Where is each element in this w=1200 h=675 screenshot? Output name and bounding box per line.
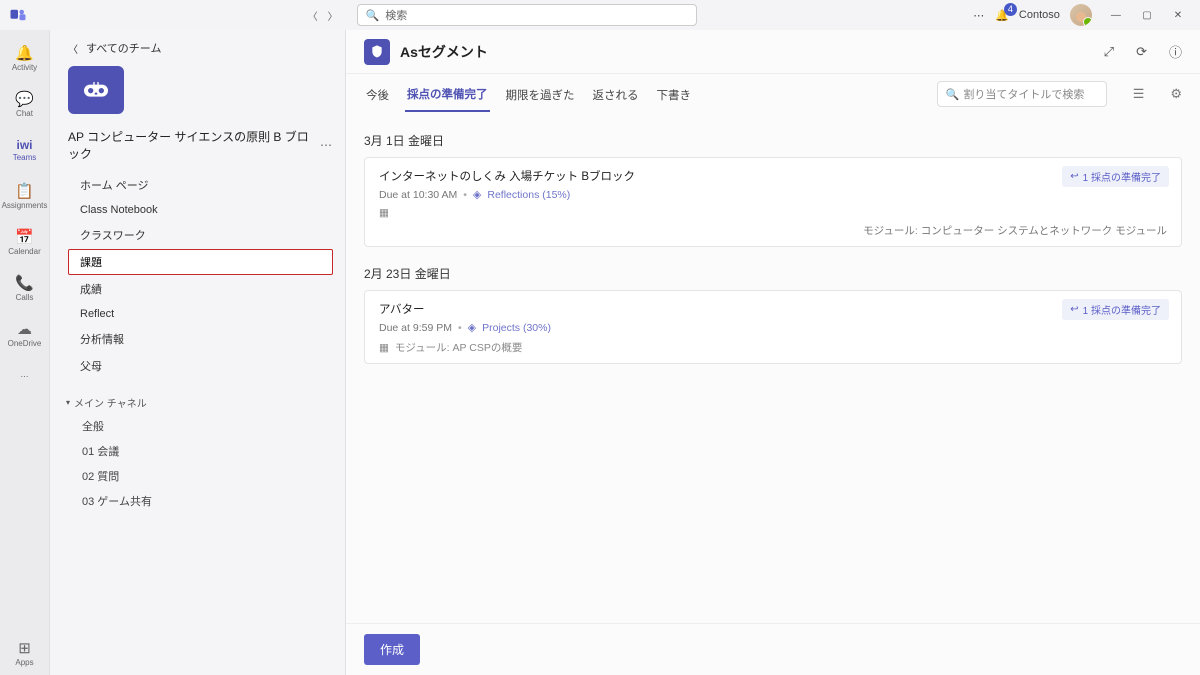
assignments-icon: 📋 — [15, 182, 34, 200]
search-icon: 🔍 — [946, 88, 960, 101]
channels-section-header[interactable]: メイン チャネル — [66, 395, 333, 410]
maximize-icon[interactable]: ▢ — [1133, 10, 1161, 21]
filter-icon[interactable]: ☰ — [1133, 86, 1145, 102]
activity-icon: 🔔 — [15, 44, 34, 62]
assignments-app-icon — [364, 39, 390, 65]
shield-info-icon[interactable]: ⓘ — [1169, 42, 1182, 61]
team-name: AP コンピューター サイエンスの原則 B ブロック — [68, 128, 320, 162]
due-text: Due at 10:30 AM — [379, 189, 457, 201]
teams-logo-icon — [8, 5, 28, 25]
chevron-left-icon: 〈 — [68, 41, 78, 56]
chat-icon: 💬 — [15, 90, 34, 108]
titlebar: 〈 〉 🔍 検索 ⋯ 🔔4 Contoso — ▢ ✕ — [0, 0, 1200, 30]
refresh-icon[interactable]: ⟳ — [1136, 44, 1147, 60]
tag-icon: ◈ — [468, 321, 476, 334]
rail-item-calls[interactable]: 📞Calls — [1, 266, 49, 310]
calendar-icon: 📅 — [15, 228, 34, 246]
date-header: 3月 1日 金曜日 — [364, 132, 1182, 149]
channel-全般[interactable]: 全般 — [68, 414, 333, 438]
date-header: 2月 23日 金曜日 — [364, 265, 1182, 282]
assignment-title: アバター — [379, 301, 1167, 317]
expand-icon[interactable]: ⤢ — [1104, 44, 1114, 60]
sidebar-item-分析情報[interactable]: 分析情報 — [68, 326, 333, 352]
back-to-teams[interactable]: 〈 すべてのチーム — [68, 40, 333, 56]
rail-more-icon[interactable]: ⋯ — [1, 358, 49, 394]
page-title: Asセグメント — [400, 42, 488, 62]
sidebar-item-ホーム ページ[interactable]: ホーム ページ — [68, 172, 333, 198]
tab-採点の準備完了[interactable]: 採点の準備完了 — [405, 76, 490, 112]
sidebar-item-成績[interactable]: 成績 — [68, 276, 333, 302]
apps-icon: ⊞ — [18, 639, 31, 657]
sidebar-item-クラスワーク[interactable]: クラスワーク — [68, 222, 333, 248]
global-search-input[interactable]: 🔍 検索 — [357, 4, 697, 26]
channel-03 ゲーム共有[interactable]: 03 ゲーム共有 — [68, 489, 333, 513]
tab-今後[interactable]: 今後 — [364, 77, 391, 111]
category-tag: Projects (30%) — [482, 322, 551, 334]
team-more-icon[interactable]: ⋯ — [320, 138, 333, 152]
notifications-icon[interactable]: 🔔4 — [995, 9, 1009, 22]
sidebar-nav: ホーム ページClass Notebookクラスワーク課題成績Reflect分析… — [68, 172, 333, 379]
tab-返される[interactable]: 返される — [591, 77, 641, 111]
notification-badge: 4 — [1004, 3, 1017, 16]
search-icon: 🔍 — [366, 9, 380, 22]
main-header: Asセグメント ⤢ ⟳ ⓘ — [346, 30, 1200, 74]
channel-01 会議[interactable]: 01 会議 — [68, 439, 333, 463]
main-panel: Asセグメント ⤢ ⟳ ⓘ 今後採点の準備完了期限を過ぎた返される下書き 🔍 割… — [346, 30, 1200, 675]
rail-item-calendar[interactable]: 📅Calendar — [1, 220, 49, 264]
calls-icon: 📞 — [15, 274, 34, 292]
rail-item-teams[interactable]: iwiTeams — [1, 128, 49, 172]
team-sidebar: 〈 すべてのチーム AP コンピューター サイエンスの原則 B ブロック ⋯ ホ… — [50, 30, 346, 675]
rubric-icon: ▦ — [379, 342, 389, 354]
teams-icon: iwi — [16, 138, 32, 152]
create-footer: 作成 — [346, 623, 1200, 675]
sidebar-item-Reflect[interactable]: Reflect — [68, 303, 333, 325]
rail-item-onedrive[interactable]: ☁OneDrive — [1, 312, 49, 356]
status-pill: 1 採点の準備完了 — [1062, 299, 1169, 320]
sidebar-item-Class Notebook[interactable]: Class Notebook — [68, 199, 333, 221]
user-avatar[interactable] — [1070, 4, 1092, 26]
due-text: Due at 9:59 PM — [379, 322, 452, 334]
rail-item-chat[interactable]: 💬Chat — [1, 82, 49, 126]
close-icon[interactable]: ✕ — [1164, 10, 1192, 21]
channel-list: 全般01 会議02 質問03 ゲーム共有 — [68, 414, 333, 513]
rubric-icon: ▦ — [379, 207, 389, 219]
search-placeholder: 検索 — [385, 7, 407, 23]
module-label: モジュール: AP CSPの概要 — [395, 340, 522, 355]
sidebar-item-課題[interactable]: 課題 — [68, 249, 333, 275]
assignment-search-input[interactable]: 🔍 割り当てタイトルで検索 — [937, 81, 1107, 107]
assignment-card[interactable]: アバターDue at 9:59 PM•◈Projects (30%)1 採点の準… — [364, 290, 1182, 364]
channel-02 質問[interactable]: 02 質問 — [68, 464, 333, 488]
tab-期限を過ぎた[interactable]: 期限を過ぎた — [504, 77, 577, 111]
history-nav: 〈 〉 — [305, 8, 341, 23]
category-tag: Reflections (15%) — [487, 189, 570, 201]
org-name: Contoso — [1019, 9, 1060, 21]
assignment-tabs: 今後採点の準備完了期限を過ぎた返される下書き 🔍 割り当てタイトルで検索 ☰ ⚙ — [346, 74, 1200, 114]
back-label: すべてのチーム — [86, 40, 161, 56]
window-controls: — ▢ ✕ — [1102, 9, 1192, 21]
nav-forward-icon[interactable]: 〉 — [325, 8, 341, 23]
assignment-title: インターネットのしくみ 入場チケット Bブロック — [379, 168, 1167, 184]
create-button[interactable]: 作成 — [364, 634, 420, 665]
team-avatar-icon[interactable] — [68, 66, 124, 114]
tag-icon: ◈ — [473, 188, 481, 201]
onedrive-icon: ☁ — [17, 320, 32, 338]
rail-item-apps[interactable]: ⊞Apps — [1, 631, 49, 675]
tab-下書き[interactable]: 下書き — [655, 77, 694, 111]
rail-item-assignments[interactable]: 📋Assignments — [1, 174, 49, 218]
sidebar-item-父母[interactable]: 父母 — [68, 353, 333, 379]
rail-item-activity[interactable]: 🔔Activity — [1, 36, 49, 80]
assignment-list: 3月 1日 金曜日インターネットのしくみ 入場チケット Bブロック Due at … — [346, 114, 1200, 675]
assignment-card[interactable]: インターネットのしくみ 入場チケット BブロックDue at 10:30 AM•… — [364, 157, 1182, 247]
settings-gear-icon[interactable]: ⚙ — [1170, 86, 1182, 102]
minimize-icon[interactable]: — — [1102, 10, 1130, 21]
status-pill: 1 採点の準備完了 — [1062, 166, 1169, 187]
module-label: モジュール: コンピューター システムとネットワーク モジュール — [379, 223, 1167, 238]
app-rail: 🔔Activity💬ChatiwiTeams📋Assignments📅Calen… — [0, 30, 50, 675]
nav-back-icon[interactable]: 〈 — [305, 8, 321, 23]
more-icon[interactable]: ⋯ — [973, 9, 985, 22]
